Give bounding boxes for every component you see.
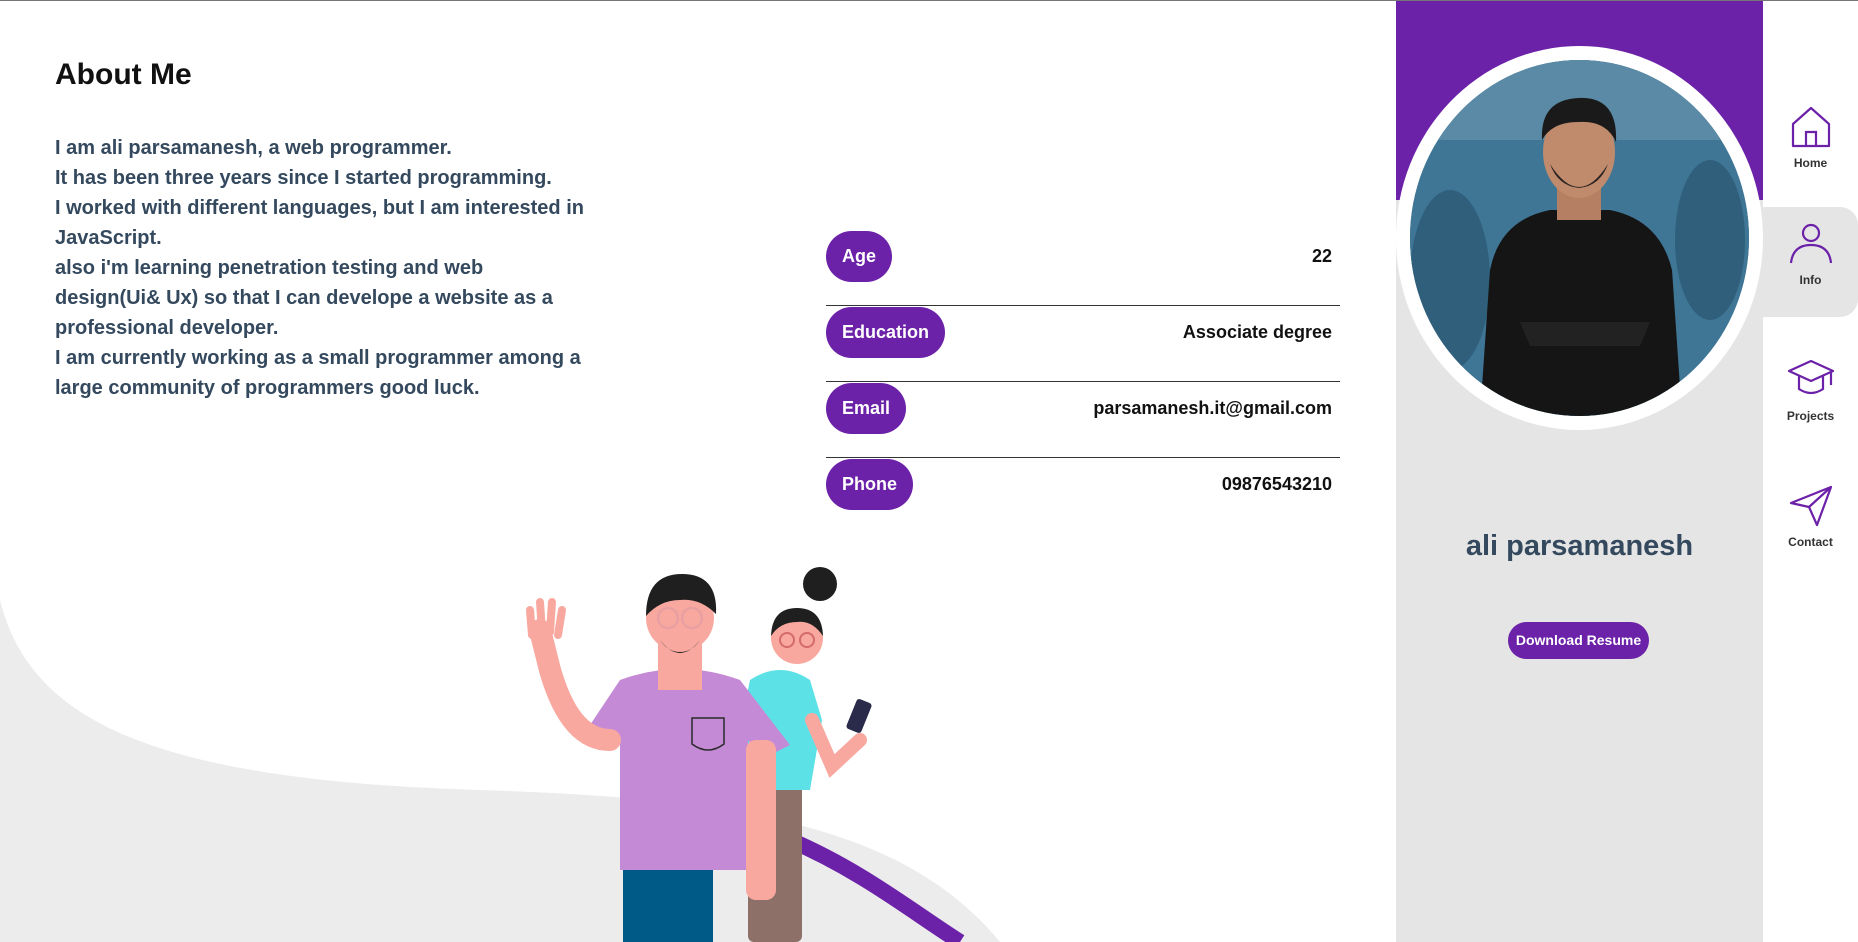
nav-label: Home xyxy=(1793,156,1828,170)
bio-text: I am ali parsamanesh, a web programmer. … xyxy=(55,133,585,403)
home-icon xyxy=(1791,106,1831,148)
profile-photo-image xyxy=(1410,60,1749,416)
download-resume-button[interactable]: Download Resume xyxy=(1508,622,1649,659)
nav-label: Info xyxy=(1799,273,1822,287)
top-border xyxy=(0,0,1858,1)
nav-label: Contact xyxy=(1788,535,1833,549)
user-icon xyxy=(1789,223,1833,264)
bio-line: It has been three years since I started … xyxy=(55,167,552,189)
info-key-badge: Phone xyxy=(826,459,914,510)
info-value: 22 xyxy=(1311,246,1332,266)
info-value: parsamanesh.it@gmail.com xyxy=(1093,398,1332,418)
info-row-email: Email parsamanesh.it@gmail.com xyxy=(826,382,1340,458)
info-row-phone: Phone 09876543210 xyxy=(826,458,1340,534)
about-title: About Me xyxy=(55,58,192,91)
profile-panel: ali parsamanesh Download Resume xyxy=(1396,0,1763,942)
info-key-badge: Age xyxy=(826,231,893,282)
profile-photo-frame xyxy=(1396,46,1763,430)
nav-item-home[interactable]: Home xyxy=(1763,90,1858,200)
nav-item-info[interactable]: Info xyxy=(1763,207,1858,317)
bio-line: I worked with different languages, but I… xyxy=(55,197,584,249)
profile-name: ali parsamanesh xyxy=(1465,530,1694,562)
paper-plane-icon xyxy=(1789,485,1833,527)
bio-line: I am ali parsamanesh, a web programmer. xyxy=(55,137,452,159)
info-value: 09876543210 xyxy=(1221,474,1332,494)
people-illustration xyxy=(526,567,965,942)
side-nav: Home Info Projects Contact xyxy=(1763,0,1858,942)
graduation-cap-icon xyxy=(1787,359,1835,395)
info-row-education: Education Associate degree xyxy=(826,306,1340,382)
main-content: About Me I am ali parsamanesh, a web pro… xyxy=(0,0,1396,942)
nav-item-contact[interactable]: Contact xyxy=(1763,469,1858,579)
bio-line: I am currently working as a small progra… xyxy=(55,347,581,399)
nav-item-projects[interactable]: Projects xyxy=(1763,343,1858,453)
bio-line: also i'm learning penetration testing an… xyxy=(55,257,553,339)
info-key-badge: Education xyxy=(826,307,946,358)
info-row-age: Age 22 xyxy=(826,230,1340,306)
info-key-badge: Email xyxy=(826,383,907,434)
info-value: Associate degree xyxy=(1182,322,1332,342)
info-table: Age 22 Education Associate degree Email … xyxy=(826,230,1340,534)
nav-label: Projects xyxy=(1786,409,1835,423)
profile-photo xyxy=(1410,60,1749,416)
